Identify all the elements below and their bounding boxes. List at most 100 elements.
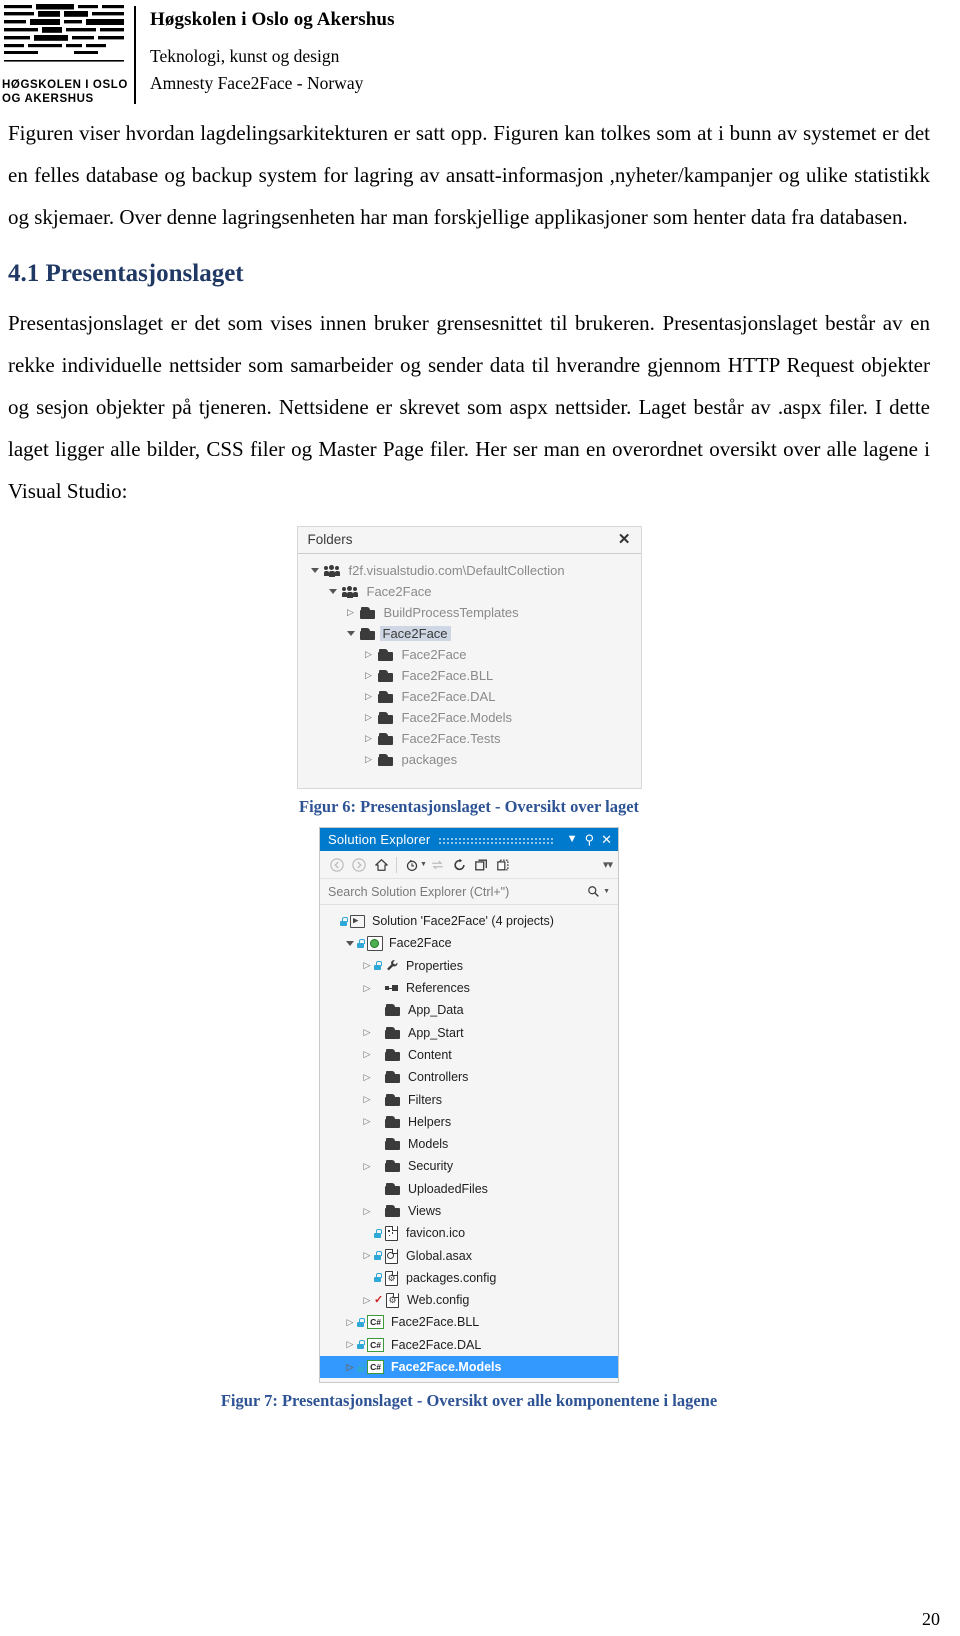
folders-tree-item[interactable]: ▷ Face2Face <box>298 644 641 665</box>
csharp-project-icon: C# <box>367 1337 384 1352</box>
back-arrow-icon[interactable] <box>326 854 348 876</box>
pin-icon[interactable]: ⚲ <box>585 833 595 846</box>
expander-expand-icon[interactable]: ▷ <box>343 1340 357 1349</box>
solution-tree-item[interactable]: ▷ Helpers <box>320 1111 618 1133</box>
expander-expand-icon[interactable]: ▷ <box>360 1095 374 1104</box>
folders-tree-item[interactable]: ▷ Face2Face.Tests <box>298 728 641 749</box>
folders-tree-item[interactable]: Face2Face <box>298 581 641 602</box>
solution-tree-item[interactable]: ▷ C# Face2Face.DAL <box>320 1334 618 1356</box>
solution-tree-item-label: Views <box>408 1204 442 1218</box>
solution-tree-item[interactable]: ▷ Global.asax <box>320 1244 618 1266</box>
lock-icon <box>340 916 348 926</box>
folders-tree-item[interactable]: ▷ Face2Face.BLL <box>298 665 641 686</box>
search-icon[interactable] <box>587 885 600 898</box>
expander-expand-icon[interactable]: ▷ <box>362 692 376 701</box>
folders-tree-item-label: Face2Face.DAL <box>401 689 496 704</box>
expander-expand-icon[interactable]: ▷ <box>360 1295 374 1305</box>
folder-icon <box>385 1093 400 1106</box>
folders-tree-item-label: Face2Face.BLL <box>401 668 494 683</box>
expander-expand-icon[interactable]: ▷ <box>362 650 376 659</box>
solution-tree-item[interactable]: ▷ Controllers <box>320 1066 618 1088</box>
solution-explorer-panel: Solution Explorer ▼ ⚲ ✕ ▼ ▾▾ Search Solu… <box>319 827 619 1384</box>
refresh-icon[interactable] <box>449 854 471 876</box>
collapse-all-icon[interactable] <box>471 854 493 876</box>
expander-expand-icon[interactable]: ▷ <box>360 1161 374 1171</box>
expander-expand-icon[interactable]: ▷ <box>360 1050 374 1059</box>
folders-tree-item[interactable]: Face2Face <box>298 623 641 644</box>
close-icon[interactable]: ✕ <box>618 532 631 547</box>
solution-tree-item[interactable]: favicon.ico <box>320 1222 618 1244</box>
solution-tree-item-label: Solution 'Face2Face' (4 projects) <box>372 914 554 929</box>
expander-expand-icon[interactable]: ▷ <box>362 671 376 680</box>
expander-expand-icon[interactable]: ▷ <box>360 983 374 993</box>
folder-icon <box>385 1026 400 1039</box>
solution-explorer-titlebar: Solution Explorer ▼ ⚲ ✕ <box>320 828 618 851</box>
solution-tree-item[interactable]: Solution 'Face2Face' (4 projects) <box>320 910 618 932</box>
solution-tree-item[interactable]: Models <box>320 1133 618 1155</box>
expander-expand-icon[interactable]: ▷ <box>360 1028 374 1037</box>
solution-tree-item-label: favicon.ico <box>406 1226 466 1241</box>
solution-tree-item-label: App_Data <box>408 1003 464 1018</box>
solution-tree-item[interactable]: ▷ App_Start <box>320 1021 618 1043</box>
solution-tree-item[interactable]: ▷ References <box>320 977 618 999</box>
show-all-files-icon[interactable] <box>493 854 515 876</box>
folders-tree-item[interactable]: ▷ packages <box>298 749 641 770</box>
home-icon[interactable] <box>370 854 392 876</box>
solution-tree-item[interactable]: Face2Face <box>320 932 618 954</box>
expander-expand-icon[interactable]: ▷ <box>360 961 374 970</box>
solution-tree-item[interactable]: ⚙ packages.config <box>320 1267 618 1289</box>
solution-tree-item[interactable]: UploadedFiles <box>320 1178 618 1200</box>
expander-expand-icon[interactable]: ▷ <box>360 1117 374 1126</box>
search-box[interactable]: Search Solution Explorer (Ctrl+") ▼ <box>320 879 618 905</box>
chevron-down-icon[interactable]: ▼ <box>567 833 578 845</box>
solution-tree-item[interactable]: ▷ C# Face2Face.BLL <box>320 1311 618 1333</box>
expander-collapse-icon[interactable] <box>308 568 322 573</box>
solution-tree-item[interactable]: ▷ Filters <box>320 1088 618 1110</box>
expander-expand-icon[interactable]: ▷ <box>362 734 376 743</box>
solution-tree-item[interactable]: ▷ ✓ ⚙ Web.config <box>320 1289 618 1311</box>
solution-tree-item-label: Models <box>408 1137 449 1152</box>
solution-tree-item-label: Helpers <box>408 1114 452 1129</box>
team-icon <box>323 564 340 577</box>
expander-expand-icon[interactable]: ▷ <box>344 608 358 617</box>
expander-expand-icon[interactable]: ▷ <box>362 713 376 722</box>
expander-collapse-icon[interactable] <box>343 940 357 946</box>
lock-icon <box>374 961 382 971</box>
paragraph-presentasjonslaget: Presentasjonslaget er det som vises inne… <box>8 311 930 503</box>
expander-expand-icon[interactable]: ▷ <box>360 1206 374 1216</box>
folders-tree-item[interactable]: ▷ Face2Face.DAL <box>298 686 641 707</box>
folders-tree-item[interactable]: ▷ Face2Face.Models <box>298 707 641 728</box>
expander-collapse-icon[interactable] <box>326 589 340 594</box>
close-icon[interactable]: ✕ <box>601 833 612 846</box>
expander-expand-icon[interactable]: ▷ <box>362 755 376 764</box>
folder-icon <box>377 732 393 745</box>
toolbar-overflow-icon[interactable]: ▾▾ <box>603 858 613 871</box>
solution-tree-item[interactable]: ▷ Views <box>320 1200 618 1222</box>
solution-tree-item[interactable]: ▷ Properties <box>320 955 618 977</box>
folder-icon <box>385 1115 400 1128</box>
chevron-down-icon[interactable]: ▼ <box>420 861 427 868</box>
expander-expand-icon[interactable]: ▷ <box>343 1317 357 1327</box>
folder-icon <box>377 711 393 724</box>
folders-tree-item-label: Face2Face <box>379 626 451 641</box>
folder-icon <box>385 1048 400 1061</box>
solution-tree-item[interactable]: ▷ Content <box>320 1044 618 1066</box>
expander-expand-icon[interactable]: ▷ <box>360 1072 374 1082</box>
folders-tree-item[interactable]: ▷ BuildProcessTemplates <box>298 602 641 623</box>
forward-arrow-icon[interactable] <box>348 854 370 876</box>
chevron-down-icon[interactable]: ▼ <box>603 888 610 895</box>
folders-panel-title: Folders <box>307 532 353 547</box>
solution-tree-item[interactable]: ▷ Security <box>320 1155 618 1177</box>
search-input[interactable]: Search Solution Explorer (Ctrl+") <box>328 885 587 899</box>
expander-collapse-icon[interactable] <box>344 631 358 636</box>
solution-tree-item[interactable]: App_Data <box>320 999 618 1021</box>
figure-7: Solution Explorer ▼ ⚲ ✕ ▼ ▾▾ Search Solu… <box>8 827 930 1411</box>
expander-expand-icon[interactable]: ▷ <box>360 1251 374 1260</box>
folder-icon <box>377 753 393 766</box>
folders-tree-item[interactable]: f2f.visualstudio.com\DefaultCollection <box>298 560 641 581</box>
folders-tree-item-label: Face2Face <box>366 584 432 599</box>
solution-tree-item-selected[interactable]: ▷ C# Face2Face.Models <box>320 1355 618 1379</box>
expander-expand-icon[interactable]: ▷ <box>343 1362 357 1372</box>
sync-icon[interactable] <box>427 854 449 876</box>
solution-explorer-tree: Solution 'Face2Face' (4 projects) Face2Fa… <box>320 905 618 1383</box>
